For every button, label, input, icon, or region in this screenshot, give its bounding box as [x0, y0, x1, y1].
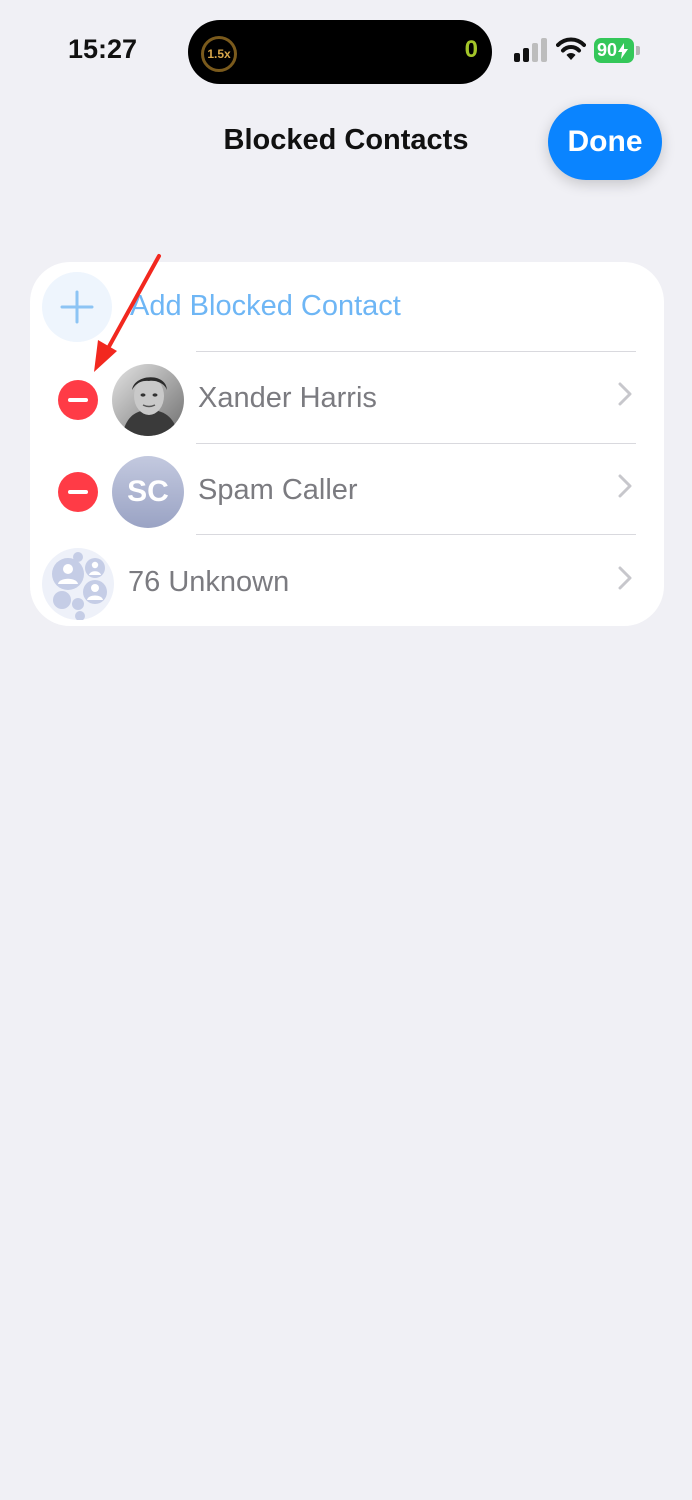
wifi-icon — [556, 37, 586, 60]
add-icon — [42, 272, 112, 342]
chevron-right-icon — [618, 382, 632, 406]
blocked-contacts-list: Add Blocked Contact Xander Harris SC Spa… — [30, 262, 664, 626]
dynamic-island[interactable]: 1.5x 0 — [188, 20, 492, 84]
contact-avatar — [112, 364, 184, 436]
island-counter: 0 — [464, 36, 478, 63]
add-blocked-contact-label: Add Blocked Contact — [130, 290, 401, 322]
charging-bolt-icon — [618, 42, 629, 59]
row-divider — [196, 351, 636, 352]
status-time: 15:27 — [68, 34, 138, 64]
chevron-right-icon — [618, 474, 632, 498]
blocked-contact-row[interactable]: Xander Harris — [30, 354, 664, 446]
unknown-callers-row[interactable]: 76 Unknown — [30, 538, 664, 626]
row-divider — [196, 443, 636, 444]
add-blocked-contact-row[interactable]: Add Blocked Contact — [30, 262, 664, 354]
contact-name: Xander Harris — [198, 382, 377, 414]
battery-level: 90 — [597, 40, 618, 60]
delete-minus-button[interactable] — [58, 472, 98, 512]
contact-avatar: SC — [112, 456, 184, 528]
row-divider — [196, 534, 636, 535]
playback-speed-badge: 1.5x — [201, 36, 237, 72]
blocked-contact-row[interactable]: SC Spam Caller — [30, 446, 664, 538]
unknown-group-icon — [42, 548, 114, 621]
done-button[interactable]: Done — [548, 104, 662, 180]
cellular-signal-icon — [514, 38, 548, 62]
chevron-right-icon — [618, 566, 632, 590]
delete-minus-button[interactable] — [58, 380, 98, 420]
battery-cap — [636, 46, 640, 55]
unknown-callers-label: 76 Unknown — [128, 566, 290, 598]
contact-name: Spam Caller — [198, 474, 358, 506]
battery-icon: 90 — [594, 38, 634, 63]
